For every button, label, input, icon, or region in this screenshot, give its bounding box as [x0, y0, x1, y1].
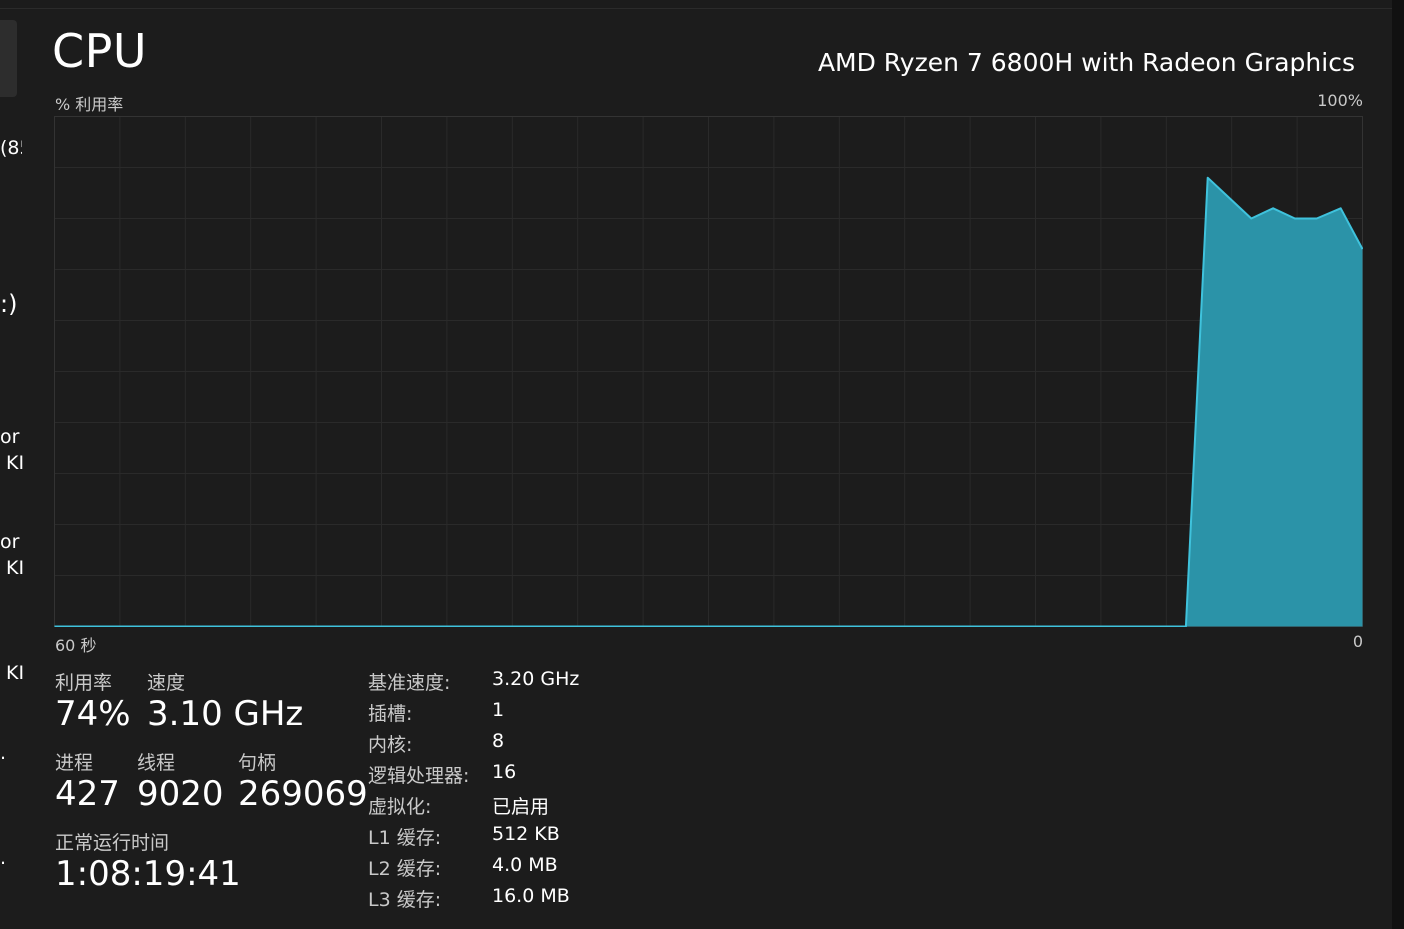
nav-fragment-6[interactable]: KI: [6, 557, 28, 579]
chart-y-label: % 利用率: [55, 95, 124, 114]
nav-fragment-8[interactable]: .: [0, 742, 22, 764]
nav-fragment-2[interactable]: :): [0, 290, 22, 318]
spec-virtualization-value: 已启用: [492, 796, 550, 818]
nav-fragment-5[interactable]: or: [0, 531, 22, 553]
cpu-model-name: AMD Ryzen 7 6800H with Radeon Graphics: [817, 48, 1355, 77]
nav-fragment-9[interactable]: .: [0, 847, 22, 869]
spec-l2-cache-value: 4.0 MB: [492, 854, 558, 876]
page-title: CPU: [52, 24, 148, 78]
spec-logical-processors-label: 逻辑处理器:: [368, 765, 470, 787]
nav-fragment-3[interactable]: or: [0, 426, 22, 448]
chart-y-max-label: 100%: [1317, 91, 1363, 110]
spec-base-speed-label: 基准速度:: [368, 672, 451, 694]
cpu-utilization-chart: [54, 116, 1363, 627]
scrollbar-track[interactable]: [1392, 0, 1404, 929]
processes-label: 进程: [55, 752, 94, 774]
spec-cores-label: 内核:: [368, 734, 413, 756]
nav-fragment-4[interactable]: KI: [6, 452, 28, 474]
speed-value: 3.10 GHz: [147, 694, 304, 734]
handles-value: 269069: [238, 774, 368, 814]
handles-label: 句柄: [238, 752, 277, 774]
threads-value: 9020: [137, 774, 224, 814]
spec-logical-processors-value: 16: [492, 761, 517, 783]
threads-label: 线程: [137, 752, 176, 774]
spec-l2-cache-label: L2 缓存:: [368, 858, 442, 880]
spec-sockets-value: 1: [492, 699, 505, 721]
spec-l3-cache-label: L3 缓存:: [368, 889, 442, 911]
uptime-label: 正常运行时间: [55, 832, 170, 854]
spec-virtualization-label: 虚拟化:: [368, 796, 432, 818]
spec-l1-cache-value: 512 KB: [492, 823, 560, 845]
spec-l3-cache-value: 16.0 MB: [492, 885, 570, 907]
chart-x-max-label: 0: [1352, 632, 1363, 651]
utilization-value: 74%: [55, 694, 131, 734]
spec-sockets-label: 插槽:: [368, 703, 413, 725]
nav-fragment-7[interactable]: KI: [6, 662, 28, 684]
speed-label: 速度: [147, 672, 186, 694]
processes-value: 427: [55, 774, 120, 814]
nav-selected-item[interactable]: [0, 20, 17, 97]
utilization-label: 利用率: [55, 672, 113, 694]
uptime-value: 1:08:19:41: [55, 854, 241, 894]
spec-l1-cache-label: L1 缓存:: [368, 827, 442, 849]
nav-fragment-1[interactable]: (85: [0, 137, 22, 159]
cpu-utilization-graph[interactable]: [54, 116, 1363, 627]
spec-base-speed-value: 3.20 GHz: [492, 668, 580, 690]
spec-cores-value: 8: [492, 730, 505, 752]
top-border: [0, 8, 1392, 9]
chart-x-min-label: 60 秒: [55, 636, 97, 655]
